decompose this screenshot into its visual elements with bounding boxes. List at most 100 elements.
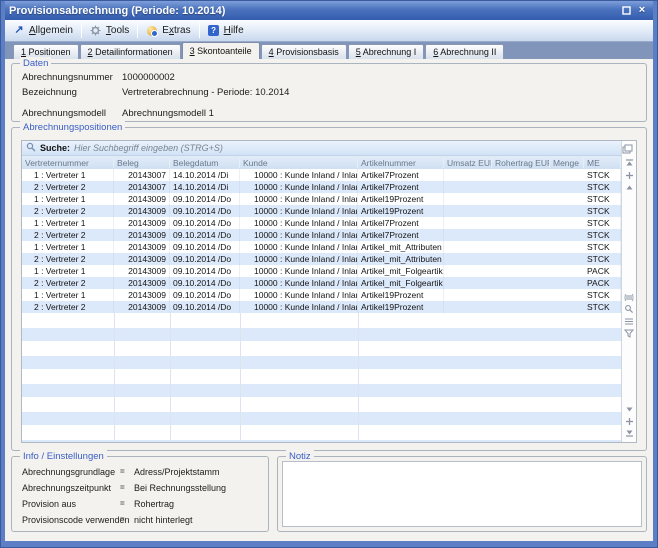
table-row[interactable]: 1 : Vertreter 12014300909.10.2014 /Do100… — [22, 289, 621, 301]
go-last-icon[interactable] — [623, 427, 636, 439]
table-cell: 2 : Vertreter 2 — [22, 253, 114, 265]
table-cell: 20143009 — [114, 217, 170, 229]
menu-item-tools[interactable]: Tools — [82, 20, 137, 41]
title-bar: Provisionsabrechnung (Periode: 10.2014) … — [5, 1, 653, 20]
table-cell: Artikel7Prozent — [358, 217, 444, 229]
table-header[interactable]: Vertreternummer Beleg Belegdatum Kunde A… — [22, 156, 636, 169]
col-artikelnummer[interactable]: Artikelnummer — [358, 158, 444, 168]
append-row-icon[interactable] — [623, 415, 636, 427]
table-cell: Artikel19Prozent — [358, 205, 444, 217]
info-label: Provisionscode verwenden — [22, 515, 130, 525]
table-row[interactable]: 2 : Vertreter 22014300714.10.2014 /Di100… — [22, 181, 621, 193]
tab-provisionsbasis[interactable]: 4 Provisionsbasis — [261, 44, 347, 59]
daten-legend: Daten — [20, 57, 51, 70]
field-abrechnungsmodell: Abrechnungsmodell Abrechnungsmodell 1 — [22, 108, 106, 119]
notiz-textarea[interactable] — [282, 461, 642, 527]
table-cell: 1 : Vertreter 1 — [22, 193, 114, 205]
table-cell: 09.10.2014 /Do — [170, 205, 240, 217]
table-cell: 10000 : Kunde Inland / Inlandsort — [240, 301, 358, 313]
tab-skontoanteile[interactable]: 3 Skontoanteile — [182, 42, 260, 59]
table-row[interactable]: 2 : Vertreter 22014300909.10.2014 /Do100… — [22, 229, 621, 241]
table-body: 1 : Vertreter 12014300714.10.2014 /Di100… — [22, 169, 621, 442]
table-cell: PACK — [584, 265, 621, 277]
table-cell: 09.10.2014 /Do — [170, 241, 240, 253]
search-input[interactable]: Hier Suchbegriff eingeben (STRG+S) — [74, 143, 223, 153]
tab-content: Daten Abrechnungsnummer 1000000002 Bezei… — [5, 59, 653, 541]
table-row[interactable]: 2 : Vertreter 22014300909.10.2014 /Do100… — [22, 277, 621, 289]
move-down-icon[interactable] — [623, 403, 636, 415]
table-cell: 20143009 — [114, 289, 170, 301]
table-cell: Artikel_mit_Folgeartikel — [358, 265, 444, 277]
tab-detailinformationen[interactable]: 2 Detailinformationen — [80, 44, 181, 59]
equals-separator: = — [120, 515, 125, 524]
column-grid-lines — [22, 313, 621, 442]
help-icon: ? — [208, 25, 220, 37]
info-label: Abrechnungsgrundlage — [22, 467, 115, 477]
table-cell: 20143009 — [114, 229, 170, 241]
col-rohertrag-eur[interactable]: Rohertrag EUR — [492, 158, 550, 168]
table-cell: 2 : Vertreter 2 — [22, 301, 114, 313]
field-bezeichnung: Bezeichnung Vertreterabrechnung - Period… — [22, 87, 77, 98]
table-cell: 10000 : Kunde Inland / Inlandsort — [240, 169, 358, 181]
search-bar[interactable]: Suche: Hier Suchbegriff eingeben (STRG+S… — [22, 141, 636, 156]
insert-row-icon[interactable] — [623, 169, 636, 181]
move-up-icon[interactable] — [623, 181, 636, 193]
tab-abrechnung-2[interactable]: 6 Abrechnung II — [425, 44, 504, 59]
table-cell: 1 : Vertreter 1 — [22, 265, 114, 277]
table-row[interactable]: 2 : Vertreter 22014300909.10.2014 /Do100… — [22, 253, 621, 265]
menu-label: Hilfe — [224, 25, 244, 36]
table-cell: 20143009 — [114, 301, 170, 313]
col-beleg[interactable]: Beleg — [114, 158, 170, 168]
table-cell: 10000 : Kunde Inland / Inlandsort — [240, 193, 358, 205]
table-cell: Artikel7Prozent — [358, 181, 444, 193]
equals-separator: = — [120, 467, 125, 476]
table-cell: 1 : Vertreter 1 — [22, 169, 114, 181]
abrechnungspositionen-legend: Abrechnungspositionen — [20, 121, 125, 134]
menu-item-allgemein[interactable]: ↗ Allgemein — [5, 20, 81, 41]
menu-item-hilfe[interactable]: ? Hilfe — [200, 20, 252, 41]
table-row[interactable]: 1 : Vertreter 12014300909.10.2014 /Do100… — [22, 217, 621, 229]
grid-search-icon[interactable] — [623, 303, 636, 315]
table-cell: 09.10.2014 /Do — [170, 193, 240, 205]
table-cell: 1 : Vertreter 1 — [22, 241, 114, 253]
col-me[interactable]: ME — [584, 158, 621, 168]
col-vertreternummer[interactable]: Vertreternummer — [22, 158, 114, 168]
col-belegdatum[interactable]: Belegdatum — [170, 158, 240, 168]
restore-window-icon[interactable] — [619, 4, 633, 17]
table-cell: 10000 : Kunde Inland / Inlandsort — [240, 265, 358, 277]
col-kunde[interactable]: Kunde — [240, 158, 358, 168]
table-row[interactable]: 1 : Vertreter 12014300909.10.2014 /Do100… — [22, 265, 621, 277]
field-label: Abrechnungsnummer — [22, 72, 113, 83]
table-row[interactable]: 1 : Vertreter 12014300909.10.2014 /Do100… — [22, 193, 621, 205]
field-abrechnungsnummer: Abrechnungsnummer 1000000002 — [22, 72, 113, 83]
info-legend: Info / Einstellungen — [20, 450, 107, 463]
close-icon[interactable]: × — [635, 4, 649, 17]
menu-item-extras[interactable]: Extras — [138, 20, 198, 41]
search-label: Suche: — [40, 143, 70, 153]
go-first-icon[interactable] — [623, 157, 636, 169]
table-cell: 20143009 — [114, 265, 170, 277]
info-row-abrechnungszeitpunkt: Abrechnungszeitpunkt = Bei Rechnungsstel… — [22, 483, 262, 493]
table-cell: Artikel7Prozent — [358, 229, 444, 241]
gear-icon — [90, 25, 102, 37]
list-view-icon[interactable] — [623, 315, 636, 327]
table-cell: STCK — [584, 169, 621, 181]
equals-separator: = — [120, 483, 125, 492]
col-menge[interactable]: Menge — [550, 158, 584, 168]
table-row[interactable]: 1 : Vertreter 12014300909.10.2014 /Do100… — [22, 241, 621, 253]
column-chooser-icon[interactable] — [621, 143, 634, 155]
filter-icon[interactable] — [623, 327, 636, 339]
table-cell: 14.10.2014 /Di — [170, 181, 240, 193]
table-cell: 10000 : Kunde Inland / Inlandsort — [240, 277, 358, 289]
table-cell: STCK — [584, 205, 621, 217]
table-row[interactable]: 1 : Vertreter 12014300714.10.2014 /Di100… — [22, 169, 621, 181]
col-umsatz-eur[interactable]: Umsatz EUR — [444, 158, 492, 168]
table-cell: STCK — [584, 253, 621, 265]
grid-toolbar-strip — [621, 141, 636, 442]
columns-grip-icon[interactable] — [623, 291, 636, 303]
table-row[interactable]: 2 : Vertreter 22014300909.10.2014 /Do100… — [22, 205, 621, 217]
tab-abrechnung-1[interactable]: 5 Abrechnung I — [348, 44, 425, 59]
table-cell: 09.10.2014 /Do — [170, 253, 240, 265]
table-row[interactable]: 2 : Vertreter 22014300909.10.2014 /Do100… — [22, 301, 621, 313]
table-cell: Artikel_mit_Attributen — [358, 253, 444, 265]
